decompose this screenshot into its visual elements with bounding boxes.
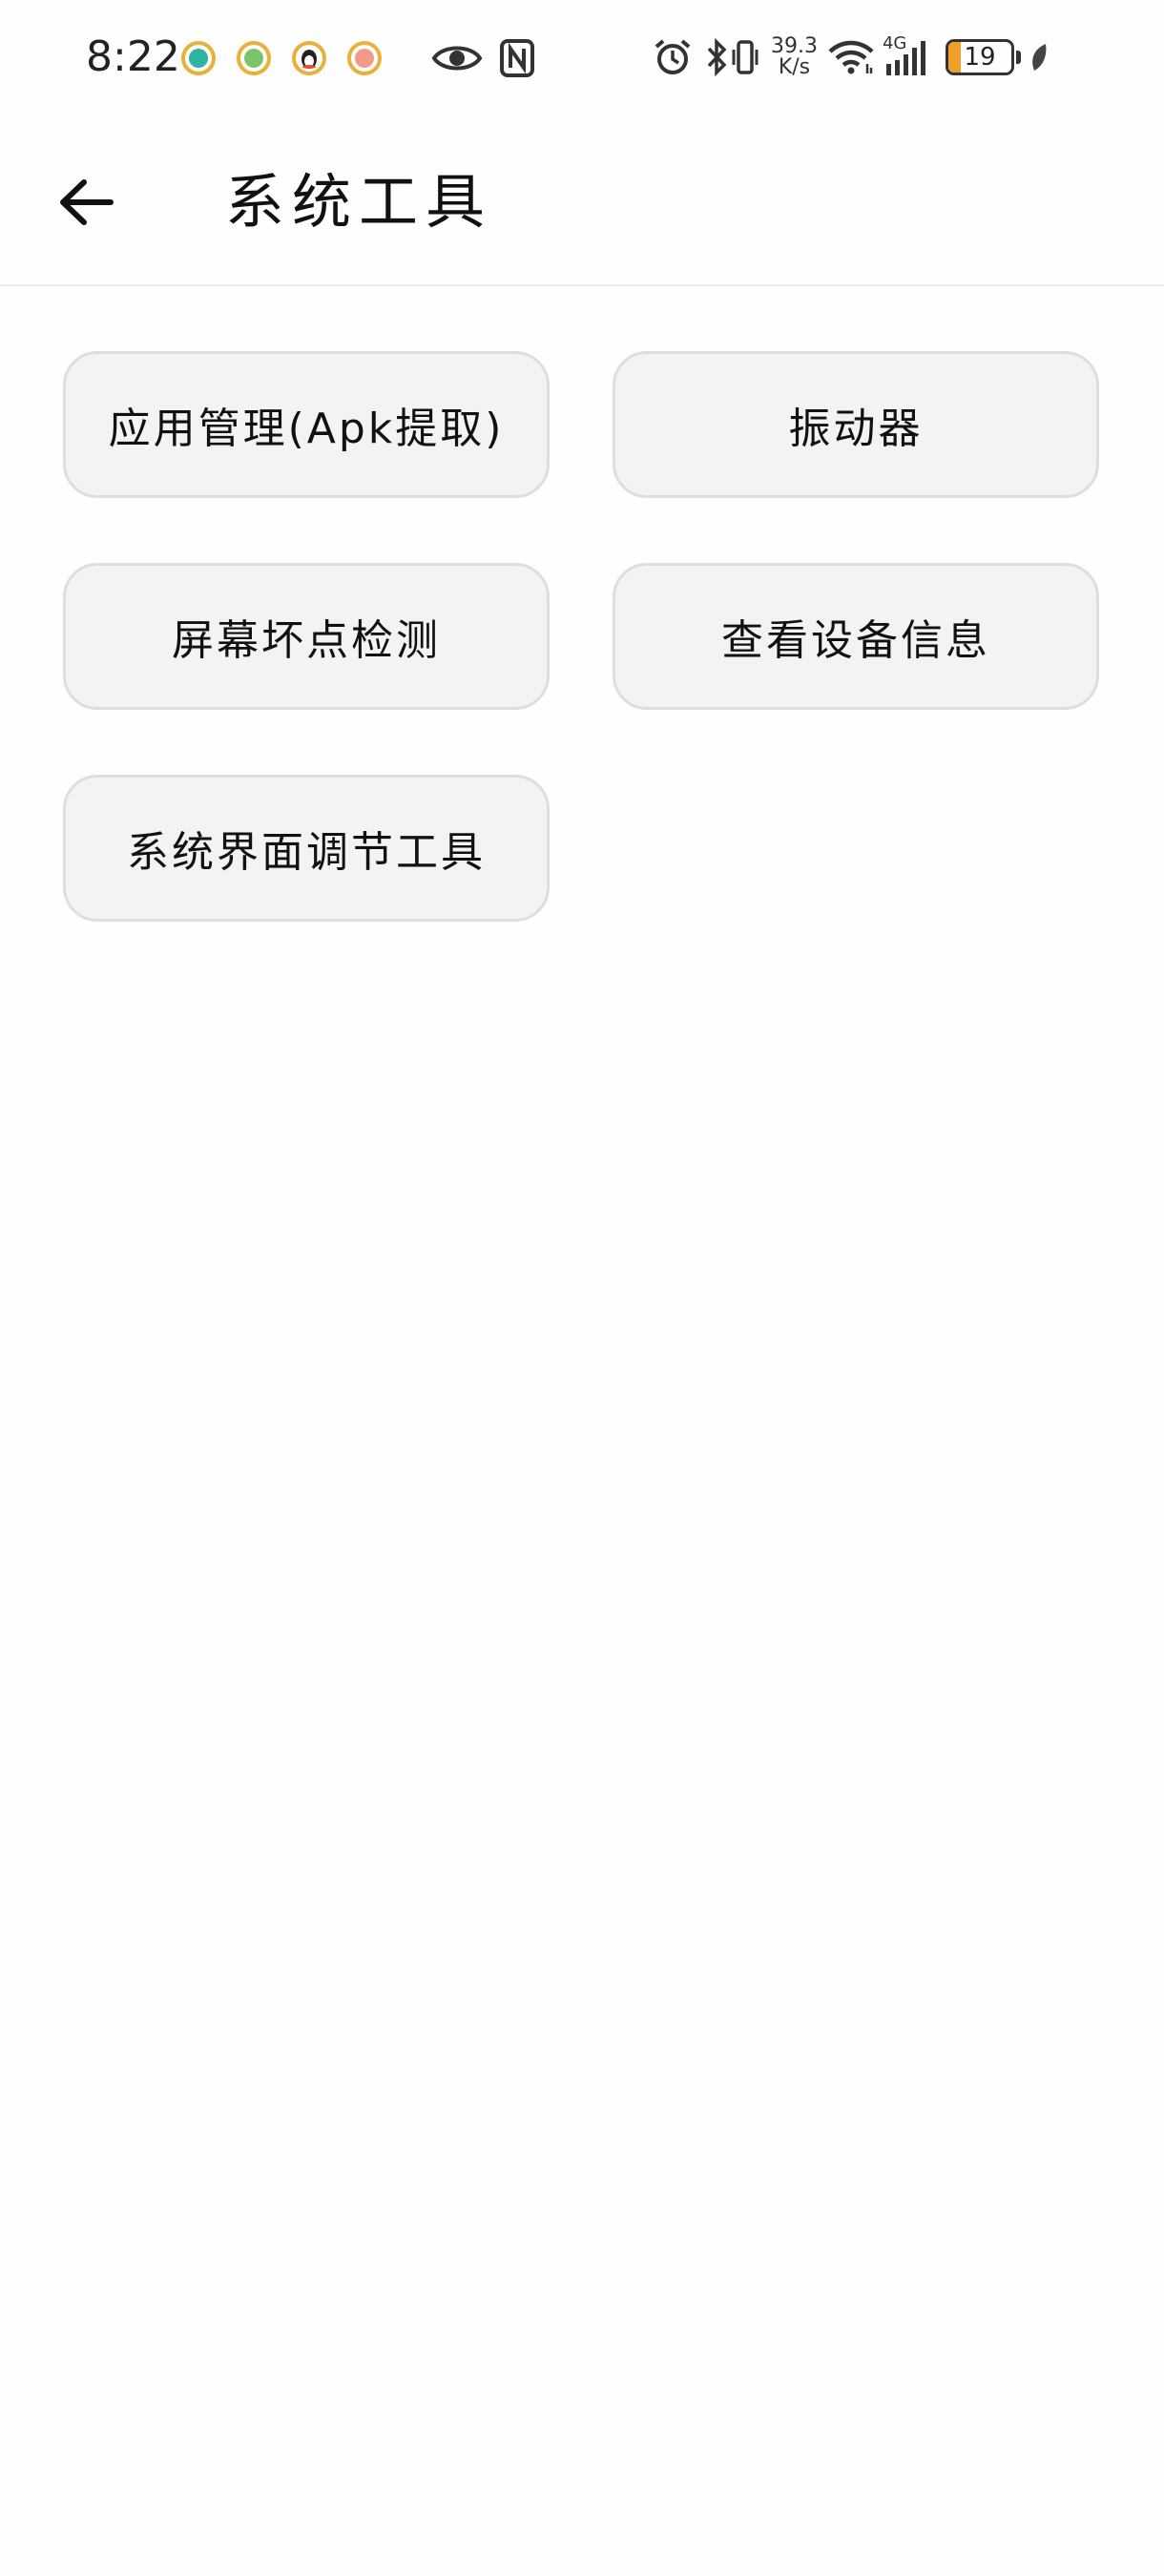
- battery-level: 19: [964, 43, 996, 72]
- status-time: 8:22: [86, 32, 180, 81]
- green-app-icon: [237, 41, 271, 75]
- system-ui-tuner-button[interactable]: 系统界面调节工具: [63, 775, 550, 922]
- battery-fill: [947, 42, 961, 73]
- back-button[interactable]: [48, 164, 124, 240]
- vibrate-icon: [731, 38, 759, 76]
- network-speed-unit: K/s: [778, 55, 811, 79]
- qq-penguin-icon: [292, 41, 326, 75]
- battery-saver-leaf-icon: [1029, 42, 1050, 73]
- battery-tip: [1015, 51, 1021, 64]
- hand-app-icon: [347, 41, 382, 75]
- network-type-label: 4G: [882, 33, 907, 53]
- signal-icon: 4G: [883, 33, 934, 77]
- bluetooth-icon: [706, 38, 727, 76]
- app-bar: 系统工具: [0, 114, 1164, 286]
- vibrator-button[interactable]: 振动器: [613, 351, 1099, 498]
- network-speed: 39.3 K/s: [771, 36, 818, 78]
- network-speed-value: 39.3: [771, 34, 818, 58]
- notification-icons: [181, 38, 403, 78]
- status-right-system-icons: 39.3 K/s 4G 19: [653, 29, 1050, 86]
- alarm-icon: [653, 37, 693, 77]
- nfc-icon: [500, 39, 534, 77]
- dead-pixel-test-button[interactable]: 屏幕坏点检测: [63, 563, 550, 710]
- apk-extract-button[interactable]: 应用管理(Apk提取): [63, 351, 550, 498]
- status-left-system-icons: [431, 32, 534, 84]
- eye-comfort-icon: [431, 42, 483, 74]
- status-bar: 8:22 39.3 K/s 4G 19: [0, 0, 1164, 114]
- device-info-button[interactable]: 查看设备信息: [613, 563, 1099, 710]
- battery-icon: 19: [934, 39, 1021, 75]
- page-title: 系统工具: [225, 167, 493, 237]
- green-app-icon: [181, 41, 216, 75]
- tool-grid: 应用管理(Apk提取) 振动器 屏幕坏点检测 查看设备信息 系统界面调节工具: [63, 351, 1099, 922]
- screen: 8:22 39.3 K/s 4G 19 系统工具 应用管理(Apk提取) 振动器…: [0, 0, 1164, 2576]
- wifi-icon: [827, 39, 875, 75]
- arrow-left-icon: [60, 179, 114, 225]
- battery-body: 19: [945, 39, 1014, 75]
